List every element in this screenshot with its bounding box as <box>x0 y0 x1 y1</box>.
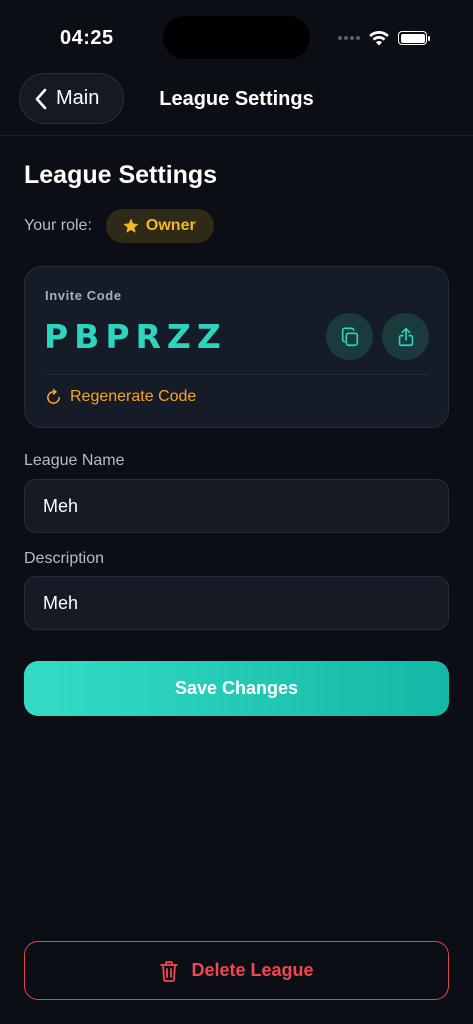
trash-icon <box>160 960 179 982</box>
invite-code-label: Invite Code <box>45 288 122 303</box>
refresh-icon <box>47 388 60 404</box>
copy-icon <box>341 326 358 346</box>
invite-code-card: Invite Code PBPRZZ Regenerate Code <box>24 266 449 428</box>
delete-league-label: Delete League <box>191 960 314 980</box>
navigation-bar: Main League Settings <box>0 72 473 136</box>
nav-title: League Settings <box>159 88 314 110</box>
battery-icon <box>398 31 430 45</box>
league-name-input[interactable] <box>24 479 449 533</box>
regenerate-code-button[interactable]: Regenerate Code <box>45 388 196 406</box>
dynamic-island <box>163 16 310 59</box>
cellular-signal-icon <box>338 36 360 40</box>
share-code-button[interactable] <box>382 313 429 360</box>
owner-badge-label: Owner <box>145 217 196 234</box>
description-input[interactable] <box>24 576 449 630</box>
page-title: League Settings <box>24 161 218 189</box>
role-row: Your role: Owner <box>24 209 214 243</box>
copy-code-button[interactable] <box>326 313 373 360</box>
card-divider <box>45 374 428 375</box>
description-label: Description <box>24 550 105 567</box>
delete-league-button[interactable]: Delete League <box>24 941 449 1000</box>
owner-badge: Owner <box>105 209 214 243</box>
star-icon <box>123 218 139 233</box>
league-settings-screen: 04:25 Main League Settings League Settin… <box>0 0 473 1024</box>
status-icons <box>338 28 430 48</box>
invite-code-value: PBPRZZ <box>44 317 227 356</box>
regenerate-code-label: Regenerate Code <box>70 388 197 405</box>
share-icon <box>398 327 413 346</box>
role-label: Your role: <box>24 217 92 234</box>
wifi-icon <box>369 30 389 45</box>
status-time: 04:25 <box>60 27 114 49</box>
league-name-label: League Name <box>24 452 125 469</box>
save-changes-button[interactable]: Save Changes <box>24 661 449 716</box>
status-bar: 04:25 <box>0 0 473 72</box>
